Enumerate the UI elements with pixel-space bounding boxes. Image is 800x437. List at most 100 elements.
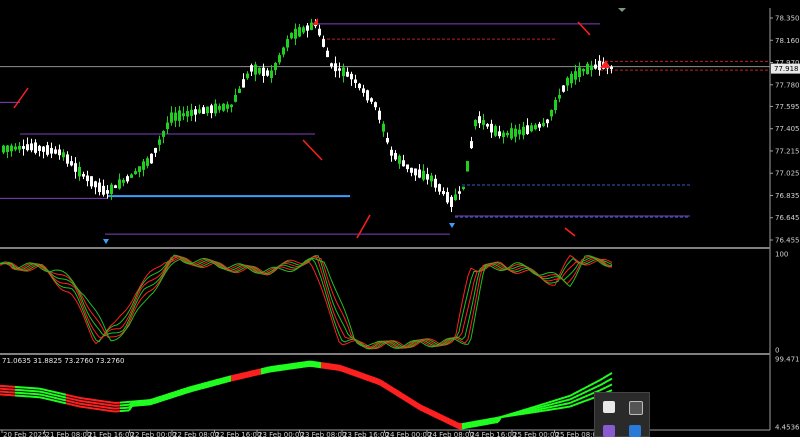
candle-body — [238, 88, 241, 93]
indicator-segment — [62, 398, 67, 402]
candle-body — [262, 67, 265, 77]
indicator-segment — [371, 380, 376, 384]
x-tick-label: 21 Feb 16:00 — [88, 431, 134, 437]
candle-body — [462, 186, 465, 190]
indicator-segment — [572, 395, 577, 399]
indicator-segment — [428, 412, 433, 417]
indicator-segment — [77, 399, 82, 402]
indicator-segment — [584, 394, 589, 398]
copy-icon[interactable] — [629, 401, 643, 415]
indicator-segment — [68, 403, 73, 406]
defender-icon[interactable] — [603, 401, 615, 413]
indicator-segment — [566, 398, 571, 402]
indicator-segment — [461, 426, 466, 430]
indicator-segment — [353, 374, 358, 378]
candle-body — [318, 28, 321, 36]
indicator-segment — [173, 394, 178, 398]
candle-body — [402, 160, 405, 167]
candle-body — [26, 144, 29, 151]
indicator-segment — [341, 369, 346, 373]
candle-body — [570, 73, 573, 84]
indicator-segment — [338, 368, 343, 372]
candle-body — [390, 149, 393, 156]
chart-canvas[interactable]: 71.0635 31.8825 73.2760 73.2760 78.350 78… — [0, 0, 800, 437]
candle-body — [374, 102, 377, 108]
indicator-segment — [491, 420, 496, 423]
candle-body — [530, 125, 533, 132]
indicator-segment — [266, 370, 271, 374]
indicator-segment — [464, 426, 469, 429]
indicator-segment — [533, 406, 538, 410]
pen-icon[interactable] — [603, 425, 615, 437]
indicator-segment — [47, 398, 52, 401]
indicator-segment — [440, 418, 445, 422]
indicator-segment — [473, 420, 478, 423]
indicator-segment — [77, 405, 82, 408]
indicator-segment — [356, 375, 361, 379]
indicator-segment — [59, 398, 64, 401]
taskbar-popup — [594, 392, 650, 437]
indicator-segment — [545, 401, 550, 405]
indicator-segment — [542, 407, 547, 410]
candle-body — [130, 174, 133, 178]
candle-body — [62, 152, 65, 158]
indicator-segment — [215, 382, 220, 386]
candle-body — [6, 145, 9, 152]
candle-body — [406, 164, 409, 170]
indicator-segment — [53, 393, 58, 397]
y-tick-label: 78.160 — [775, 37, 800, 45]
x-tick-label: 21 Feb 08:00 — [46, 431, 92, 437]
y-tick-label: 76.645 — [775, 214, 800, 222]
indicator-segment — [56, 400, 61, 403]
indicator-segment — [227, 379, 232, 383]
candle-body — [10, 145, 13, 152]
indicator-segment — [461, 425, 466, 428]
candle-body — [466, 160, 469, 172]
candle-body — [474, 119, 477, 127]
indicator-segment — [434, 415, 439, 420]
candle-body — [298, 27, 301, 37]
y-tick-label: 0 — [775, 347, 779, 355]
candle-body — [562, 85, 565, 92]
indicator-segment — [71, 395, 76, 398]
indicator-segment — [236, 377, 241, 381]
price-chart-pane[interactable] — [0, 0, 800, 437]
indicator-segment — [185, 390, 190, 394]
candle-body — [366, 90, 369, 101]
y-tick-label: 77.595 — [775, 103, 800, 111]
window-icon[interactable] — [629, 425, 641, 437]
candle-body — [270, 70, 273, 78]
indicator-segment — [599, 387, 604, 392]
indicator-segment — [590, 382, 595, 386]
indicator-segment — [563, 402, 568, 406]
indicator-segment — [572, 399, 577, 403]
indicator-segment — [467, 421, 472, 425]
candle-body — [534, 124, 537, 130]
candle-body — [322, 39, 325, 47]
candle-body — [198, 109, 201, 114]
candle-body — [310, 22, 313, 30]
candle-body — [106, 190, 109, 194]
indicator-segment — [464, 422, 469, 425]
candle-body — [514, 128, 517, 137]
candle-body — [22, 146, 25, 149]
indicator-segment — [464, 423, 469, 426]
indicator-segment — [212, 383, 217, 387]
candle-body — [566, 77, 569, 86]
indicator-segment — [569, 397, 574, 401]
indicator-segment — [65, 402, 70, 405]
indicator-segment — [491, 421, 496, 425]
indicator-segment — [569, 393, 574, 397]
candle-body — [506, 132, 509, 136]
indicator-segment — [74, 398, 79, 402]
indicator-segment — [569, 400, 574, 404]
candle-body — [114, 185, 117, 188]
indicator-segment — [461, 422, 466, 426]
indicator-segment — [548, 400, 553, 404]
candle-body — [574, 71, 577, 80]
indicator-segment — [482, 421, 487, 425]
indicator-segment — [578, 397, 583, 401]
candle-body — [146, 158, 149, 166]
candle-body — [118, 179, 121, 189]
candle-body — [266, 70, 269, 76]
